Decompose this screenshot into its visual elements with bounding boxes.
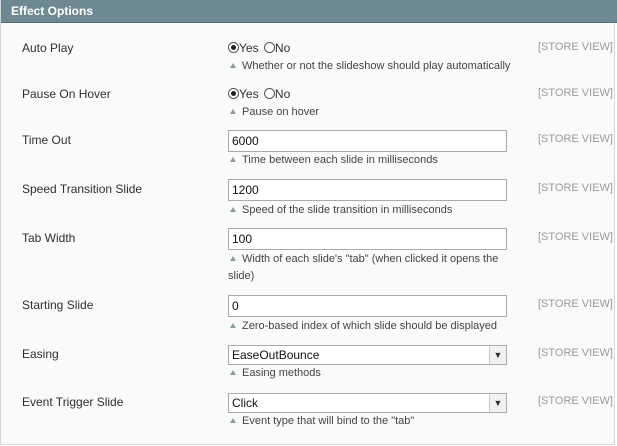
event-trigger-select-value: Click bbox=[232, 396, 258, 410]
note-triangle-icon bbox=[230, 418, 236, 424]
easing-label: Easing bbox=[22, 347, 59, 361]
pause-on-hover-no-label[interactable]: No bbox=[275, 87, 290, 101]
scope-label: [STORE VIEW] bbox=[538, 298, 613, 310]
scope-label: [STORE VIEW] bbox=[538, 231, 613, 243]
speed-transition-label: Speed Transition Slide bbox=[22, 182, 143, 196]
auto-play-note-text: Whether or not the slideshow should play… bbox=[242, 60, 511, 72]
note-triangle-icon bbox=[230, 256, 236, 262]
scope-label: [STORE VIEW] bbox=[538, 133, 613, 145]
scope-label: [STORE VIEW] bbox=[538, 87, 613, 99]
tab-width-note-text: Width of each slide's "tab" (when clicke… bbox=[228, 253, 499, 282]
starting-slide-note-text: Zero-based index of which slide should b… bbox=[242, 320, 497, 332]
auto-play-yes-label[interactable]: Yes bbox=[239, 41, 259, 55]
pause-on-hover-yes-radio[interactable] bbox=[228, 88, 239, 99]
time-out-note-text: Time between each slide in milliseconds bbox=[242, 154, 438, 166]
chevron-down-icon[interactable]: ▼ bbox=[489, 346, 506, 364]
easing-note-text: Easing methods bbox=[242, 367, 321, 379]
pause-on-hover-note: Pause on hover bbox=[228, 104, 513, 121]
tab-width-input[interactable]: 100 bbox=[228, 228, 507, 250]
note-triangle-icon bbox=[230, 157, 236, 163]
effect-options-panel: Effect Options Auto Play Yes No [STORE V… bbox=[0, 0, 617, 445]
starting-slide-note: Zero-based index of which slide should b… bbox=[228, 318, 513, 335]
time-out-note: Time between each slide in milliseconds bbox=[228, 152, 513, 169]
chevron-down-icon[interactable]: ▼ bbox=[489, 394, 506, 412]
section-title: Effect Options bbox=[11, 4, 94, 18]
pause-on-hover-yes-label[interactable]: Yes bbox=[239, 87, 259, 101]
note-triangle-icon bbox=[230, 109, 236, 115]
auto-play-label: Auto Play bbox=[22, 41, 74, 55]
scope-label: [STORE VIEW] bbox=[538, 347, 613, 359]
tab-width-note: Width of each slide's "tab" (when clicke… bbox=[228, 251, 513, 285]
pause-on-hover-radios: Yes No bbox=[228, 87, 292, 101]
note-triangle-icon bbox=[230, 370, 236, 376]
starting-slide-label: Starting Slide bbox=[22, 298, 94, 312]
auto-play-yes-radio[interactable] bbox=[228, 42, 239, 53]
scope-label: [STORE VIEW] bbox=[538, 41, 613, 53]
note-triangle-icon bbox=[230, 323, 236, 329]
event-trigger-select[interactable]: Click ▼ bbox=[228, 393, 507, 413]
speed-transition-input[interactable]: 1200 bbox=[228, 179, 507, 201]
note-triangle-icon bbox=[230, 207, 236, 213]
auto-play-no-label[interactable]: No bbox=[275, 41, 290, 55]
auto-play-no-radio[interactable] bbox=[263, 42, 275, 53]
event-trigger-note-text: Event type that will bind to the "tab" bbox=[242, 415, 415, 427]
auto-play-note: Whether or not the slideshow should play… bbox=[228, 58, 513, 75]
starting-slide-input[interactable]: 0 bbox=[228, 295, 507, 317]
pause-on-hover-label: Pause On Hover bbox=[22, 87, 111, 101]
scope-label: [STORE VIEW] bbox=[538, 395, 613, 407]
speed-transition-note-text: Speed of the slide transition in millise… bbox=[242, 204, 453, 216]
speed-transition-note: Speed of the slide transition in millise… bbox=[228, 202, 513, 219]
event-trigger-note: Event type that will bind to the "tab" bbox=[228, 413, 513, 430]
time-out-input[interactable]: 6000 bbox=[228, 130, 507, 152]
tab-width-label: Tab Width bbox=[22, 231, 76, 245]
auto-play-radios: Yes No bbox=[228, 41, 292, 55]
time-out-label: Time Out bbox=[22, 133, 71, 147]
easing-select-value: EaseOutBounce bbox=[232, 348, 320, 362]
scope-label: [STORE VIEW] bbox=[538, 182, 613, 194]
event-trigger-label: Event Trigger Slide bbox=[22, 395, 124, 409]
pause-on-hover-no-radio[interactable] bbox=[263, 88, 275, 99]
note-triangle-icon bbox=[230, 63, 236, 69]
section-header[interactable]: Effect Options bbox=[1, 0, 617, 23]
easing-note: Easing methods bbox=[228, 365, 513, 382]
easing-select[interactable]: EaseOutBounce ▼ bbox=[228, 345, 507, 365]
pause-on-hover-note-text: Pause on hover bbox=[242, 106, 320, 118]
